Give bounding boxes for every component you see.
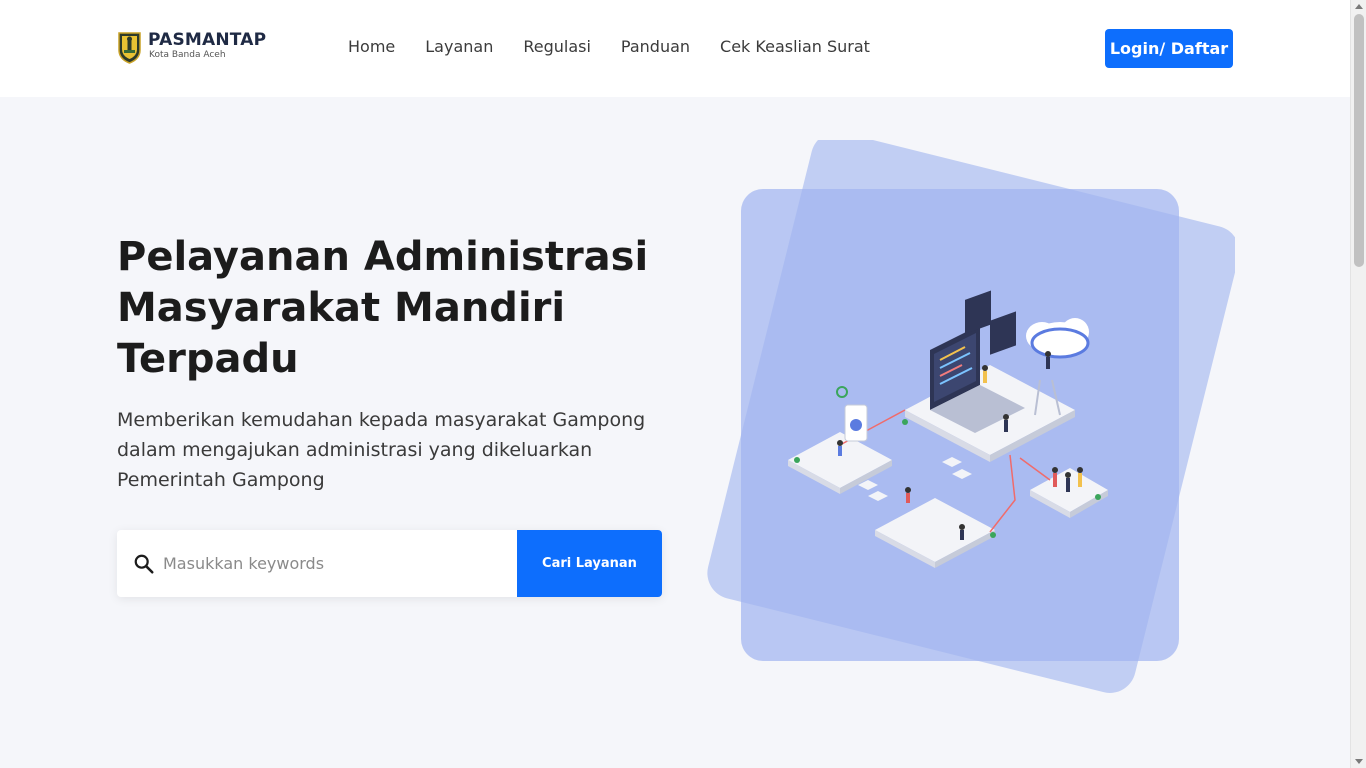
scroll-down-icon[interactable] bbox=[1355, 759, 1363, 764]
brand-tagline: Kota Banda Aceh bbox=[149, 50, 226, 60]
site-header: PASMANTAP Kota Banda Aceh Home Layanan R… bbox=[0, 0, 1350, 97]
login-button[interactable]: Login/ Daftar bbox=[1105, 29, 1233, 68]
scroll-up-icon[interactable] bbox=[1355, 4, 1363, 9]
search-input[interactable] bbox=[163, 554, 503, 573]
nav-item-cek-keaslian-surat[interactable]: Cek Keaslian Surat bbox=[720, 37, 870, 57]
search-button[interactable]: Cari Layanan bbox=[517, 530, 662, 597]
brand-logo[interactable]: PASMANTAP Kota Banda Aceh bbox=[117, 30, 266, 64]
nav-item-layanan[interactable]: Layanan bbox=[425, 37, 493, 57]
hero-illustration bbox=[707, 140, 1235, 693]
scroll-thumb[interactable] bbox=[1354, 14, 1364, 267]
search-field-wrapper bbox=[117, 530, 517, 597]
nav-item-regulasi[interactable]: Regulasi bbox=[523, 37, 591, 57]
nav-item-panduan[interactable]: Panduan bbox=[621, 37, 690, 57]
main-nav: Home Layanan Regulasi Panduan Cek Keasli… bbox=[348, 37, 900, 57]
service-search: Cari Layanan bbox=[117, 530, 662, 597]
hero-description: Memberikan kemudahan kepada masyarakat G… bbox=[117, 409, 646, 491]
brand-name: PASMANTAP bbox=[148, 30, 267, 50]
search-icon bbox=[134, 554, 154, 574]
coat-of-arms-icon bbox=[118, 32, 141, 64]
page-scrollbar[interactable] bbox=[1350, 0, 1366, 768]
nav-item-home[interactable]: Home bbox=[348, 37, 395, 57]
hero-title: Pelayanan Administrasi Masyarakat Mandir… bbox=[117, 234, 649, 382]
